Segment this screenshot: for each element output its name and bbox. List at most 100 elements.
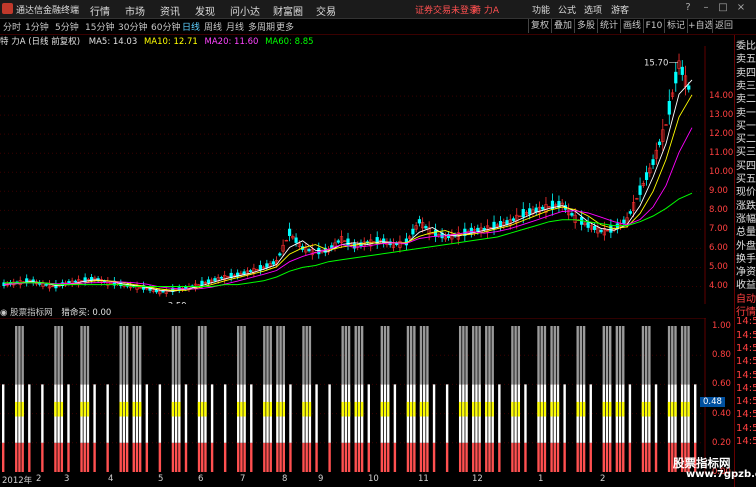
tab-more[interactable]: 更多 (276, 20, 294, 33)
signal-yellow-bar (308, 401, 312, 417)
signal-yellow-bar (609, 401, 612, 417)
candle-body (265, 263, 269, 268)
signal-mid-bar (250, 384, 253, 443)
app-title: 通达信金融终端 (16, 6, 80, 16)
signal-mid-bar (524, 384, 527, 443)
menu-item-discover[interactable]: 发现 (195, 3, 215, 18)
signal-yellow-bar (644, 401, 648, 417)
restore-rights-button[interactable]: 复权 (528, 19, 551, 33)
signal-top-bar (491, 326, 494, 385)
signal-base-bar (383, 442, 387, 472)
signal-yellow-bar (684, 401, 687, 417)
signal-top-bar (360, 326, 364, 385)
signal-base-bar (243, 442, 246, 472)
signal-base-bar (576, 442, 579, 472)
tab-weekly[interactable]: 周线 (204, 20, 222, 33)
signal-base-bar (282, 442, 285, 472)
signal-top-bar (178, 326, 181, 385)
tab-30min[interactable]: 30分钟 (118, 20, 147, 33)
candle-body (609, 225, 613, 233)
tab-15min[interactable]: 15分钟 (85, 20, 114, 33)
candle-body (424, 226, 428, 229)
tab-60min[interactable]: 60分钟 (151, 20, 180, 33)
signal-top-bar (556, 326, 560, 385)
f10-button[interactable]: F10 (643, 19, 664, 33)
menu-item-wealth[interactable]: 财富圈 (273, 3, 303, 18)
signal-top-bar (641, 326, 645, 385)
signal-yellow-bar (201, 401, 204, 417)
indicator-axis-label: 0.40 (712, 408, 731, 419)
maximize-icon[interactable]: □ (717, 2, 729, 14)
signal-base-bar (556, 442, 560, 472)
mark-button[interactable]: 标记 (664, 19, 687, 33)
signal-top-bar (276, 326, 279, 385)
signal-yellow-bar (462, 401, 465, 417)
signal-mid-bar (393, 384, 397, 443)
help-icon[interactable]: ? (682, 2, 694, 14)
tab-monthly[interactable]: 月线 (226, 20, 244, 33)
login-status[interactable]: 证券交易未登录 (415, 3, 478, 16)
signal-yellow-bar (641, 401, 645, 417)
menu-item-trade[interactable]: 交易 (316, 3, 336, 18)
menu-function[interactable]: 功能 (532, 3, 550, 16)
menu-item-news[interactable]: 资讯 (160, 3, 180, 18)
signal-top-bar (409, 326, 413, 385)
indicator-axis-label: 0.60 (712, 379, 731, 390)
tab-5min[interactable]: 5分钟 (55, 20, 79, 33)
side-panel-field: 14:5 (736, 436, 756, 447)
draw-line-button[interactable]: 画线 (620, 19, 643, 33)
indicator-axis-label: 1.00 (712, 321, 731, 331)
side-panel-field: 14:5 (736, 369, 756, 381)
close-icon[interactable]: × (735, 2, 747, 14)
menu-item-ask[interactable]: 问小达 (230, 3, 260, 18)
signal-base-bar (491, 442, 494, 472)
back-button[interactable]: 返回 (712, 19, 735, 33)
indicator-chart[interactable] (0, 318, 706, 474)
signal-top-bar (357, 326, 361, 385)
date-axis-label: 5 (158, 474, 164, 484)
signal-top-bar (674, 326, 677, 385)
tab-daily[interactable]: 日线 (182, 20, 200, 33)
ma5-line (3, 79, 693, 292)
statistics-button[interactable]: 统计 (597, 19, 620, 33)
signal-base-bar (302, 442, 305, 472)
menu-item-market[interactable]: 市场 (125, 3, 145, 18)
signal-base-bar (250, 442, 253, 472)
signal-base-bar (178, 442, 181, 472)
signal-yellow-bar (60, 401, 64, 417)
menu-formula[interactable]: 公式 (558, 3, 576, 16)
signal-yellow-bar (537, 401, 540, 417)
indicator-title: 股票指标网 (10, 308, 53, 318)
signal-top-bar (122, 326, 126, 385)
tab-timeshare[interactable]: 分时 (3, 20, 21, 33)
price-axis-label: 10.00 (709, 167, 734, 178)
add-watchlist-button[interactable]: +自选 (687, 19, 714, 33)
signal-top-bar (263, 326, 266, 385)
tab-multi-period[interactable]: 多周期 (248, 20, 275, 33)
menu-guest[interactable]: 游客 (611, 3, 629, 16)
signal-base-bar (615, 442, 619, 472)
signal-top-bar (171, 326, 175, 385)
menu-options[interactable]: 选项 (584, 3, 602, 16)
candle-body (417, 219, 421, 224)
candle-body (680, 66, 684, 75)
signal-base-bar (387, 442, 390, 472)
quote-side-panel[interactable]: 委比 卖五 卖四 卖三 卖二 卖一 买一 买二 买三 买四 买五 现价 涨跌 涨幅 总量 外盘 换手 净资 收益 自动… (734, 35, 756, 487)
candle-body (657, 141, 662, 146)
minimize-icon[interactable]: – (700, 2, 712, 14)
multi-stock-button[interactable]: 多股 (574, 19, 597, 33)
candle-body (674, 71, 678, 84)
signal-base-bar (641, 442, 645, 472)
overlay-button[interactable]: 叠加 (551, 19, 574, 33)
signal-base-bar (60, 442, 64, 472)
price-axis-label: 6.00 (709, 243, 728, 254)
signal-yellow-bar (618, 401, 622, 417)
signal-yellow-bar (582, 401, 586, 417)
signal-base-bar (360, 442, 364, 472)
kline-chart[interactable]: 15.70 3.59 (0, 46, 706, 304)
tab-1min[interactable]: 1分钟 (25, 20, 49, 33)
signal-yellow-bar (174, 401, 178, 417)
signal-top-bar (543, 326, 547, 385)
date-axis-label: 10 (368, 474, 379, 484)
menu-item-quotes[interactable]: 行情 (90, 3, 110, 18)
